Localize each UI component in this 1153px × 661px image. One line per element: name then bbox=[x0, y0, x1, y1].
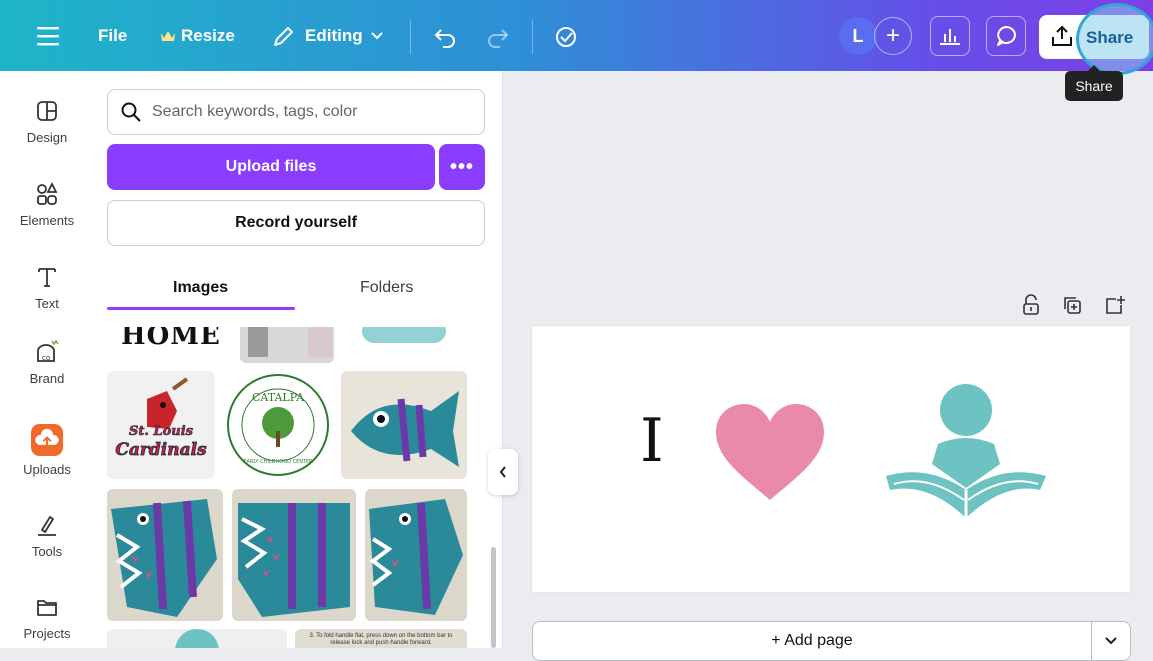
shark-drawing-image bbox=[111, 499, 217, 617]
upload-more-options-button[interactable]: ••• bbox=[439, 144, 485, 190]
design-page[interactable]: I bbox=[532, 326, 1130, 592]
canvas-text-element[interactable]: I bbox=[640, 408, 664, 474]
search-input[interactable]: Search keywords, tags, color bbox=[107, 89, 485, 135]
chevron-down-icon[interactable] bbox=[370, 31, 384, 41]
tab-images[interactable]: Images bbox=[173, 279, 228, 297]
record-yourself-button[interactable]: Record yourself bbox=[107, 200, 485, 246]
image-thumbnail[interactable]: HOME bbox=[107, 327, 227, 359]
active-tab-indicator bbox=[107, 307, 295, 310]
chevron-down-icon bbox=[1105, 637, 1117, 645]
sidebar: Design Elements Text co Brand Uploads To… bbox=[0, 71, 94, 648]
sidebar-item-elements[interactable]: Elements bbox=[0, 181, 94, 228]
add-collaborator-button[interactable]: + bbox=[874, 17, 912, 55]
sidebar-item-label: Tools bbox=[31, 544, 63, 559]
sidebar-item-label: Brand bbox=[29, 371, 65, 386]
sidebar-item-uploads[interactable]: Uploads bbox=[0, 424, 94, 477]
brand-icon: co bbox=[37, 339, 59, 362]
catalpa-logo-image: CATALPA EARLY CHILDHOOD CENTER bbox=[227, 374, 329, 476]
unlock-icon[interactable] bbox=[1021, 294, 1041, 316]
image-thumbnail[interactable] bbox=[232, 489, 356, 621]
share-button-label[interactable]: Share bbox=[1086, 28, 1133, 48]
avatar[interactable]: L bbox=[839, 17, 877, 55]
insights-button[interactable] bbox=[930, 16, 970, 56]
upload-files-button[interactable]: Upload files bbox=[107, 144, 435, 190]
search-icon bbox=[121, 102, 141, 122]
image-thumbnail[interactable]: St. Louis Cardinals bbox=[107, 371, 215, 479]
image-thumbnail[interactable] bbox=[365, 489, 467, 621]
text-icon bbox=[38, 268, 56, 287]
sidebar-item-text[interactable]: Text bbox=[0, 264, 94, 311]
sidebar-item-label: Elements bbox=[19, 213, 75, 228]
sidebar-item-tools[interactable]: Tools bbox=[0, 512, 94, 559]
chevron-left-icon bbox=[499, 466, 506, 478]
cardinals-logo-image: St. Louis Cardinals bbox=[115, 377, 207, 460]
editing-mode-button[interactable]: Editing bbox=[305, 26, 363, 46]
upload-share-icon bbox=[1052, 25, 1072, 46]
sidebar-item-label: Design bbox=[26, 130, 68, 145]
add-page-icon[interactable] bbox=[1104, 294, 1126, 316]
svg-text:co: co bbox=[42, 354, 50, 362]
image-thumbnail[interactable] bbox=[107, 489, 223, 621]
search-placeholder: Search keywords, tags, color bbox=[152, 103, 358, 120]
svg-text:CATALPA: CATALPA bbox=[252, 391, 305, 404]
image-thumbnail[interactable] bbox=[356, 327, 452, 351]
comments-button[interactable] bbox=[986, 16, 1026, 56]
design-icon bbox=[37, 101, 57, 121]
top-bar: File Resize Editing L + Share bbox=[0, 0, 1153, 75]
resize-button[interactable]: Resize bbox=[181, 26, 235, 46]
sidebar-item-projects[interactable]: Projects bbox=[0, 594, 94, 641]
add-page-dropdown-button[interactable] bbox=[1091, 621, 1131, 661]
image-thumbnail[interactable]: 3. To fold handle flat, press down on th… bbox=[295, 629, 467, 648]
cloud-saved-icon[interactable] bbox=[553, 25, 579, 49]
shark-drawing-image bbox=[238, 503, 350, 617]
sidebar-item-brand[interactable]: co Brand bbox=[0, 339, 94, 386]
add-page-button[interactable]: + Add page bbox=[532, 621, 1092, 661]
crown-icon bbox=[161, 31, 175, 41]
shark-drawing-image bbox=[369, 499, 463, 615]
image-thumbnail[interactable] bbox=[107, 629, 287, 648]
bar-chart-icon bbox=[940, 29, 960, 45]
svg-text:EARLY CHILDHOOD CENTER: EARLY CHILDHOOD CENTER bbox=[243, 459, 313, 465]
svg-text:St. Louis: St. Louis bbox=[129, 424, 194, 439]
image-grid: HOME St. Louis Cardinals CATALPA EARLY C… bbox=[94, 327, 490, 648]
tab-folders[interactable]: Folders bbox=[360, 279, 413, 297]
toolbar-divider bbox=[532, 20, 533, 54]
folder-icon bbox=[37, 600, 57, 616]
elements-icon bbox=[37, 181, 58, 205]
sidebar-item-design[interactable]: Design bbox=[0, 98, 94, 145]
upload-cloud-icon bbox=[31, 424, 63, 456]
svg-text:Cardinals: Cardinals bbox=[115, 440, 207, 460]
image-thumbnail[interactable] bbox=[341, 371, 467, 479]
fish-drawing-image bbox=[351, 391, 459, 467]
redo-icon[interactable] bbox=[486, 26, 510, 48]
collapse-panel-button[interactable] bbox=[488, 449, 518, 495]
share-tooltip: Share bbox=[1065, 65, 1123, 101]
comment-icon bbox=[997, 26, 1016, 46]
sidebar-item-label: Uploads bbox=[23, 462, 71, 477]
toolbar-divider bbox=[410, 20, 411, 54]
panel-scrollbar[interactable] bbox=[491, 547, 496, 648]
image-thumbnail[interactable] bbox=[240, 327, 334, 363]
pencil-icon bbox=[274, 27, 293, 46]
undo-icon[interactable] bbox=[433, 26, 457, 48]
hamburger-icon[interactable] bbox=[37, 26, 59, 46]
duplicate-page-icon[interactable] bbox=[1062, 295, 1082, 315]
image-thumbnail[interactable]: CATALPA EARLY CHILDHOOD CENTER bbox=[224, 371, 332, 479]
sidebar-item-label: Text bbox=[35, 296, 59, 311]
heart-element[interactable] bbox=[712, 400, 828, 504]
uploads-panel: Search keywords, tags, color Upload file… bbox=[94, 71, 503, 648]
tools-icon bbox=[38, 516, 56, 536]
plus-icon: + bbox=[885, 22, 900, 49]
sidebar-item-label: Projects bbox=[23, 626, 71, 641]
file-menu-button[interactable]: File bbox=[98, 26, 127, 46]
reader-element[interactable] bbox=[880, 378, 1050, 528]
